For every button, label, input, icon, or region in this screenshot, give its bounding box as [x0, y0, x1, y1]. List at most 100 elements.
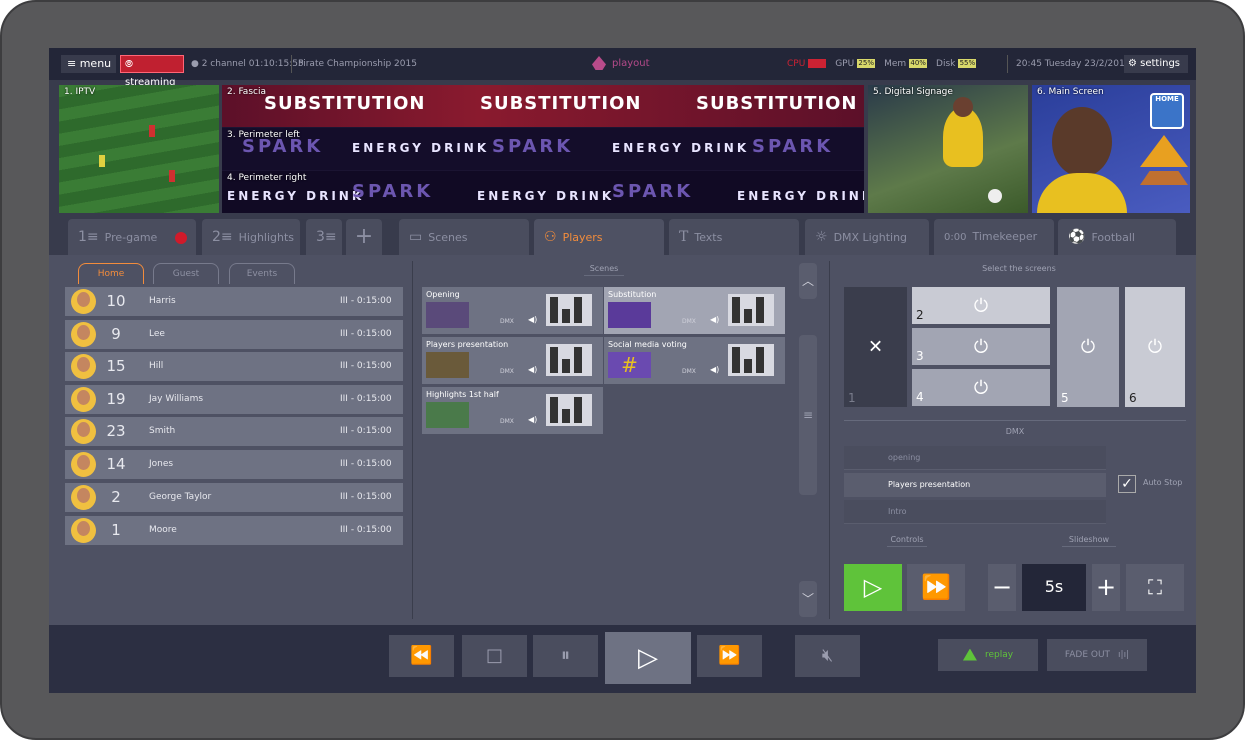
player-row[interactable]: 19 Jay Williams III - 0:15:00: [65, 385, 403, 414]
player-row[interactable]: 2 George Taylor III - 0:15:00: [65, 483, 403, 512]
preview-label: 5. Digital Signage: [873, 87, 953, 97]
preview-main-screen[interactable]: 6. Main Screen HOME: [1032, 85, 1190, 213]
dmx-label: DMX: [682, 318, 696, 325]
slideshow-decrease-button[interactable]: −: [988, 564, 1016, 611]
screen-6-button[interactable]: ⏻ 6: [1125, 287, 1185, 407]
menu-button[interactable]: ≡ menu: [61, 55, 116, 73]
screen-1-button[interactable]: ✕ 1: [844, 287, 907, 407]
preview-perimeter-right[interactable]: 4. Perimeter right ENERGY DRINK SPARK EN…: [222, 171, 864, 213]
preview-fascia[interactable]: 2. Fascia SUBSTITUTION SUBSTITUTION SUBS…: [222, 85, 864, 127]
screen-5-button[interactable]: ⏻ 5: [1057, 287, 1119, 407]
play-scene-button[interactable]: ▷: [844, 564, 902, 611]
dmx-item[interactable]: opening: [844, 446, 1106, 470]
scene-name: Opening: [426, 290, 460, 299]
player-row[interactable]: 9 Lee III - 0:15:00: [65, 320, 403, 349]
screen-2-button[interactable]: ⏻ 2: [912, 287, 1050, 324]
player-time: III - 0:15:00: [340, 426, 392, 436]
rewind-button[interactable]: ⏪: [389, 635, 454, 677]
scroll-up-button[interactable]: ︿: [799, 263, 817, 299]
dmx-item[interactable]: Intro: [844, 500, 1106, 524]
pause-icon: ⏸: [561, 645, 570, 666]
auto-stop-checkbox[interactable]: ✓: [1118, 475, 1136, 493]
player-avatar: [71, 354, 96, 379]
slideshow-button[interactable]: ⛶: [1126, 564, 1184, 611]
fade-label: FADE OUT: [1064, 650, 1111, 660]
fast-forward-button[interactable]: ⏩: [697, 635, 762, 677]
tab-label: Timekeeper: [972, 230, 1038, 243]
player-number: 9: [111, 325, 121, 343]
top-bar: ≡ menu ⦾ streaming ● 2 channel 01:10:15:…: [49, 48, 1196, 88]
scene-card[interactable]: Players presentation DMX ◀): [422, 337, 603, 384]
player-row[interactable]: 23 Smith III - 0:15:00: [65, 417, 403, 446]
player-figure: [1037, 173, 1127, 213]
preview-iptv[interactable]: 1. IPTV: [59, 85, 219, 213]
slideshow-increase-button[interactable]: +: [1092, 564, 1120, 611]
slideshow-interval[interactable]: 5s: [1022, 564, 1086, 611]
screen-4-button[interactable]: ⏻ 4: [912, 369, 1050, 406]
tab-third[interactable]: 3≡: [306, 219, 342, 255]
scroll-down-button[interactable]: ﹀: [799, 581, 817, 617]
banner-text: ENERGY DRINK: [477, 189, 615, 203]
player-head: [1052, 107, 1112, 177]
streaming-button[interactable]: ⦾ streaming: [120, 55, 184, 88]
light-icon: ☼: [815, 229, 828, 245]
layout-icon: [546, 344, 592, 376]
scene-name: Social media voting: [608, 340, 687, 349]
play-icon: ▷: [863, 573, 883, 601]
team-tab-events[interactable]: Events: [229, 263, 295, 284]
player-row[interactable]: 1 Moore III - 0:15:00: [65, 516, 403, 545]
tab-highlights[interactable]: 2≡ Highlights: [202, 219, 300, 255]
stop-button[interactable]: □: [462, 635, 527, 677]
scene-name: Highlights 1st half: [426, 390, 499, 399]
pause-button[interactable]: ⏸: [533, 635, 598, 677]
tab-texts[interactable]: T Texts: [669, 219, 799, 255]
dmx-label: DMX: [500, 318, 514, 325]
preview-perimeter-left[interactable]: 3. Perimeter left SPARK ENERGY DRINK SPA…: [222, 128, 864, 170]
slideshow-title: Slideshow: [1062, 535, 1116, 547]
scrollbar-thumb[interactable]: ≡: [799, 335, 817, 495]
banner-text: ENERGY DRINK: [612, 141, 750, 155]
scene-card[interactable]: Opening DMX ◀): [422, 287, 603, 334]
divider: [412, 261, 413, 619]
player-row[interactable]: 10 Harris III - 0:15:00: [65, 287, 403, 316]
team-tab-home[interactable]: Home: [78, 263, 144, 284]
screen-3-button[interactable]: ⏻ 3: [912, 328, 1050, 365]
preview-digital-signage[interactable]: 5. Digital Signage: [868, 85, 1028, 213]
player-row[interactable]: 15 Hill III - 0:15:00: [65, 352, 403, 381]
add-tab-button[interactable]: +: [346, 219, 382, 255]
tab-pregame[interactable]: 1≡ Pre-game: [68, 219, 196, 255]
app-screen: ≡ menu ⦾ streaming ● 2 channel 01:10:15:…: [49, 48, 1196, 693]
dmx-label: DMX: [500, 418, 514, 425]
mute-button[interactable]: 🔇︎: [795, 635, 860, 677]
player-row[interactable]: 14 Jones III - 0:15:00: [65, 450, 403, 479]
speaker-icon: ◀): [528, 315, 538, 324]
scene-card[interactable]: Substitution DMX ◀): [604, 287, 785, 334]
tab-dmx-lighting[interactable]: ☼ DMX Lighting: [805, 219, 929, 255]
tab-timekeeper[interactable]: 0:00 Timekeeper: [934, 219, 1054, 255]
tab-football-control[interactable]: ⚽Football control: [1058, 219, 1176, 280]
player-name: George Taylor: [149, 492, 212, 502]
gpu-meter: 25%: [857, 59, 876, 68]
team-tab-guest[interactable]: Guest: [153, 263, 219, 284]
replay-label: replay: [984, 650, 1014, 660]
speaker-icon: ◀): [710, 315, 720, 324]
player-number: 2: [111, 488, 121, 506]
next-scene-button[interactable]: ⏩: [907, 564, 965, 611]
settings-button[interactable]: ⚙ settings: [1124, 55, 1188, 73]
play-button[interactable]: ▷: [605, 632, 691, 684]
replay-button[interactable]: replay: [938, 639, 1038, 671]
preview-banners: 2. Fascia SUBSTITUTION SUBSTITUTION SUBS…: [222, 85, 864, 213]
system-meters: CPU ■ GPU 25% Mem 40% Disk 55%: [787, 55, 982, 73]
layout-icon: [546, 394, 592, 426]
person-icon: ⚇: [544, 229, 557, 245]
banner-text: SPARK: [492, 136, 574, 157]
scenes-icon: ▭: [409, 229, 423, 245]
player-time: III - 0:15:00: [340, 329, 392, 339]
tab-players[interactable]: ⚇ Players: [534, 219, 664, 257]
fade-out-button[interactable]: FADE OUT ı|ı|: [1047, 639, 1147, 671]
scene-card[interactable]: Highlights 1st half DMX ◀): [422, 387, 603, 434]
dmx-item[interactable]: Players presentation: [844, 473, 1106, 497]
tab-scenes[interactable]: ▭ Scenes: [399, 219, 529, 255]
scene-card[interactable]: Social media voting # DMX ◀): [604, 337, 785, 384]
scene-name: Substitution: [608, 290, 657, 299]
